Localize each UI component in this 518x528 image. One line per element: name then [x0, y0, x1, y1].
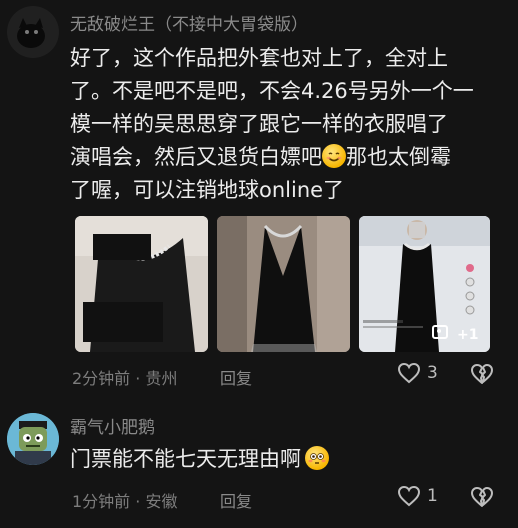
- image-thumbnail[interactable]: [217, 216, 350, 352]
- comment-1: 无敌破烂王（不接中大胃袋版） 好了，这个作品把外套也对上了，全对上 了。不是吧不…: [0, 0, 518, 395]
- like-count: 3: [427, 363, 438, 383]
- broken-heart-icon: [471, 487, 493, 507]
- comment-line-text: 门票能不能七天无理由啊: [70, 447, 301, 471]
- comment-2: 霸气小肥鹅 门票能不能七天无理由啊 1分钟前 · 安徽 回复 1: [0, 395, 518, 528]
- like-button[interactable]: 3: [397, 362, 438, 384]
- comment-text: 好了，这个作品把外套也对上了，全对上 了。不是吧不是吧，不会4.26号另外一个一…: [70, 42, 510, 207]
- heart-icon: [397, 362, 421, 384]
- like-button[interactable]: 1: [397, 485, 438, 507]
- comment-time-location: 2分钟前 · 贵州: [72, 369, 178, 388]
- image-gallery: +1: [75, 216, 490, 352]
- comment-line: 演唱会，然后又退货白嫖吧 那也太倒霉: [70, 141, 510, 174]
- comment-text: 门票能不能七天无理由啊: [70, 443, 510, 476]
- comment-line: 模一样的吴思思穿了跟它一样的衣服唱了: [70, 112, 448, 136]
- username[interactable]: 无敌破烂王（不接中大胃袋版）: [70, 10, 308, 35]
- comment-line-text: 那也太倒霉: [346, 145, 451, 169]
- heart-icon: [397, 485, 421, 507]
- avatar[interactable]: [7, 413, 59, 465]
- reply-button[interactable]: 回复: [220, 365, 252, 389]
- comment-line: 好了，这个作品把外套也对上了，全对上: [70, 46, 448, 70]
- dislike-button[interactable]: [470, 363, 494, 389]
- flushed-face-icon: [305, 446, 329, 470]
- reply-button[interactable]: 回复: [220, 488, 252, 512]
- comment-line: 了喔，可以注销地球online了: [70, 178, 345, 202]
- image-thumbnail[interactable]: +1: [359, 216, 490, 352]
- username[interactable]: 霸气小肥鹅: [70, 413, 155, 438]
- smiling-face-icon: [322, 144, 346, 168]
- broken-heart-icon: [471, 364, 493, 384]
- avatar[interactable]: [7, 6, 59, 58]
- comment-line: 了。不是吧不是吧，不会4.26号另外一个一: [70, 79, 474, 103]
- comment-time-location: 1分钟前 · 安徽: [72, 492, 178, 511]
- image-thumbnail[interactable]: [75, 216, 208, 352]
- dislike-button[interactable]: [470, 486, 494, 512]
- comment-line-text: 演唱会，然后又退货白嫖吧: [70, 145, 322, 169]
- more-images-count: +1: [457, 327, 479, 343]
- like-count: 1: [427, 486, 438, 506]
